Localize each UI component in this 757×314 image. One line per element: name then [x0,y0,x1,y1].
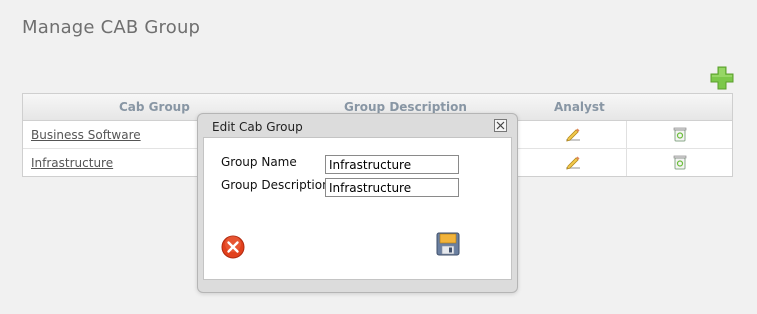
delete-bin-icon[interactable] [672,126,688,142]
dialog-title: Edit Cab Group [212,120,303,134]
edit-pencil-icon[interactable] [565,126,581,142]
group-description-input[interactable] [325,178,459,197]
edit-pencil-icon[interactable] [565,154,581,170]
column-header-group-description[interactable]: Group Description [344,100,467,114]
group-name-input[interactable] [325,155,459,174]
cab-group-name-link[interactable]: Business Software [31,128,141,142]
page-title: Manage CAB Group [22,17,201,38]
save-floppy-icon[interactable] [436,232,460,256]
add-plus-icon[interactable] [710,66,734,90]
cab-group-name-link[interactable]: Infrastructure [31,156,113,170]
group-description-label: Group Description [221,178,330,192]
column-divider [626,149,627,176]
dialog-body: Group Name Group Description [203,137,512,280]
group-name-label: Group Name [221,155,297,169]
column-header-analyst[interactable]: Analyst [554,100,605,114]
delete-bin-icon[interactable] [672,154,688,170]
column-header-cab-group[interactable]: Cab Group [119,100,190,114]
close-icon[interactable] [494,119,507,132]
cancel-x-icon[interactable] [221,235,245,259]
column-divider [626,121,627,148]
edit-cab-group-dialog: Edit Cab Group Group Name Group Descript… [197,113,518,293]
